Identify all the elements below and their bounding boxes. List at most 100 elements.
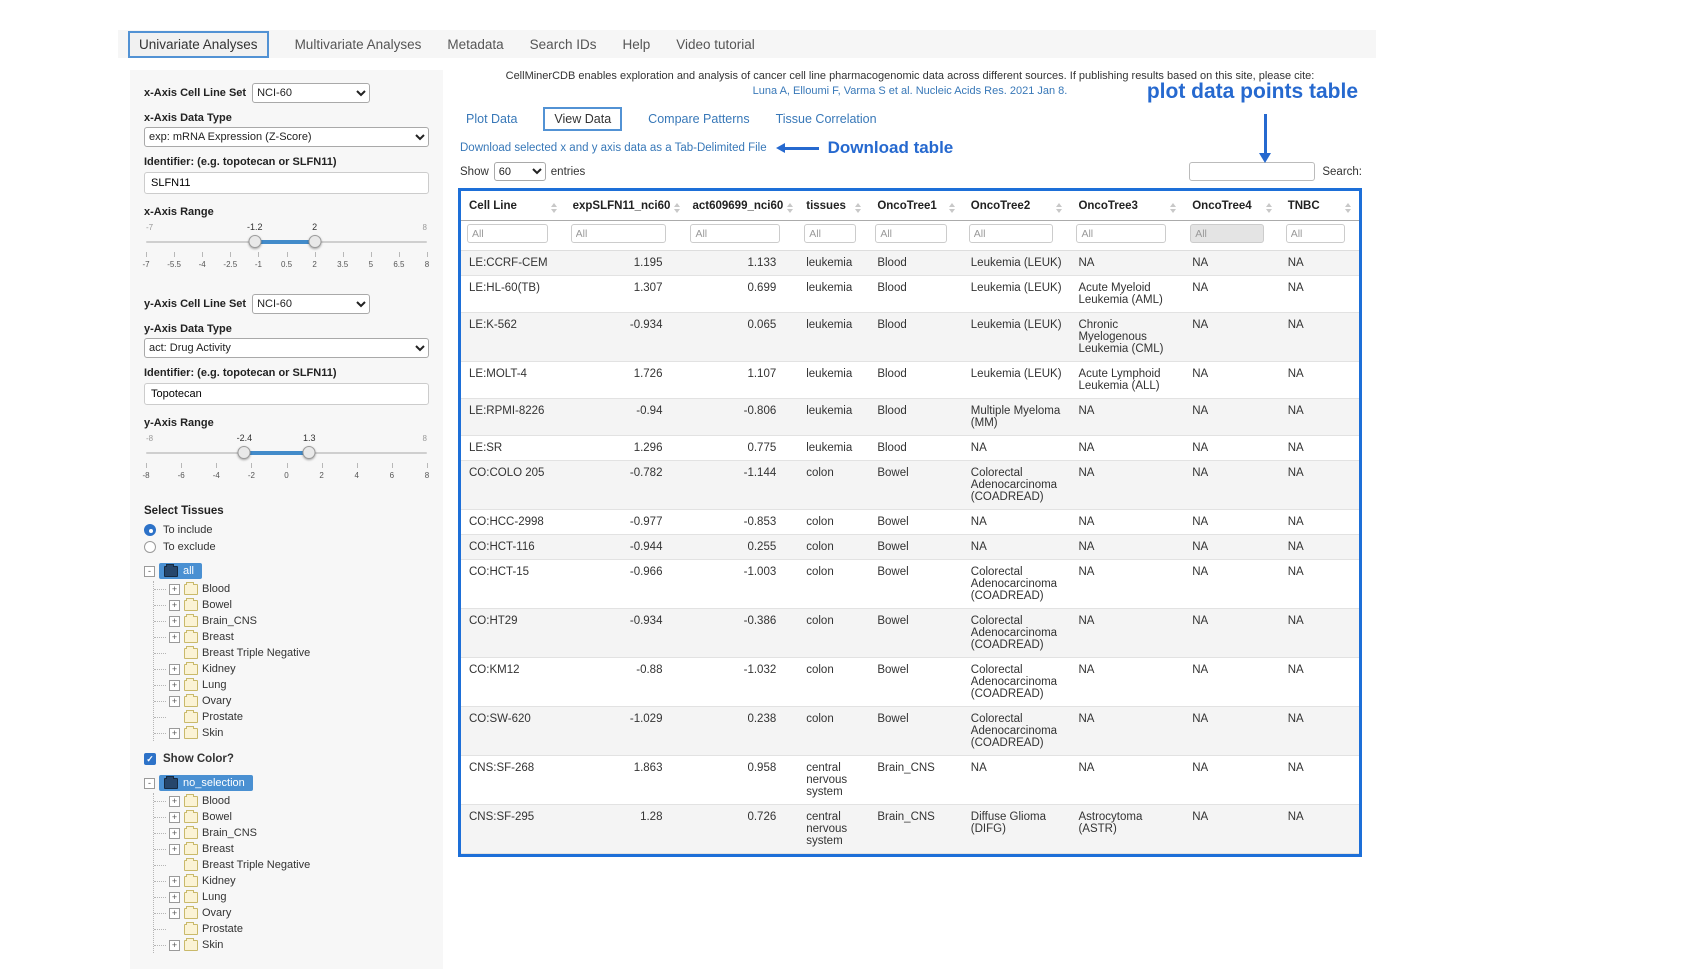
collapse-icon[interactable]: -	[144, 778, 155, 789]
nav-tab-multivariate-analyses[interactable]: Multivariate Analyses	[295, 37, 422, 52]
table-row[interactable]: LE:SR1.2960.775leukemiaBloodNANANANA	[461, 436, 1359, 461]
expand-icon[interactable]: +	[169, 600, 180, 611]
expand-icon[interactable]: +	[169, 584, 180, 595]
column-filter-oncotree4[interactable]	[1190, 224, 1263, 243]
table-row[interactable]: CO:SW-620-1.0290.238colonBowelColorectal…	[461, 707, 1359, 756]
column-filter-tissues[interactable]	[804, 224, 856, 243]
table-search-input[interactable]	[1189, 162, 1315, 181]
tree-item-bowel[interactable]: +Bowel	[154, 597, 429, 613]
column-filter-act609699-nci60[interactable]	[690, 224, 780, 243]
column-header-act609699-nci60[interactable]: act609699_nci60	[684, 191, 798, 221]
expand-icon[interactable]: +	[169, 892, 180, 903]
expand-icon[interactable]: +	[169, 616, 180, 627]
column-filter-oncotree1[interactable]	[875, 224, 947, 243]
tree-item-kidney[interactable]: +Kidney	[154, 873, 429, 889]
tree-item-kidney[interactable]: +Kidney	[154, 661, 429, 677]
column-header-oncotree1[interactable]: OncoTree1	[869, 191, 962, 221]
expand-icon[interactable]: +	[169, 680, 180, 691]
expand-icon[interactable]: +	[169, 728, 180, 739]
nav-tab-search-ids[interactable]: Search IDs	[530, 37, 597, 52]
tree-item-blood[interactable]: +Blood	[154, 581, 429, 597]
tree-item-lung[interactable]: +Lung	[154, 889, 429, 905]
table-row[interactable]: LE:CCRF-CEM1.1951.133leukemiaBloodLeukem…	[461, 251, 1359, 276]
column-header-oncotree3[interactable]: OncoTree3	[1070, 191, 1184, 221]
table-row[interactable]: CO:COLO 205-0.782-1.144colonBowelColorec…	[461, 461, 1359, 510]
table-row[interactable]: LE:HL-60(TB)1.3070.699leukemiaBloodLeuke…	[461, 276, 1359, 313]
expand-icon[interactable]: +	[169, 828, 180, 839]
tree-root-no-selection[interactable]: -no_selection	[144, 775, 429, 791]
y-axis-identifier-input[interactable]	[144, 383, 429, 405]
expand-icon[interactable]: +	[169, 696, 180, 707]
expand-icon[interactable]: +	[169, 876, 180, 887]
tree-item-prostate[interactable]: Prostate	[154, 921, 429, 937]
nav-tab-univariate-analyses[interactable]: Univariate Analyses	[128, 31, 269, 58]
expand-icon[interactable]: +	[169, 940, 180, 951]
radio-to-exclude[interactable]: To exclude	[144, 541, 429, 553]
nav-tab-help[interactable]: Help	[622, 37, 650, 52]
show-color-toggle[interactable]: ✓ Show Color?	[144, 753, 429, 765]
download-tsv-link[interactable]: Download selected x and y axis data as a…	[460, 142, 767, 154]
table-row[interactable]: CO:HCC-2998-0.977-0.853colonBowelNANANAN…	[461, 510, 1359, 535]
y-axis-range-slider[interactable]: -88-2.41.3-8-6-4-202468	[146, 433, 427, 489]
x-axis-range-slider[interactable]: -78-1.22-7-5.5-4-2.5-10.523.556.58	[146, 222, 427, 278]
tree-item-bowel[interactable]: +Bowel	[154, 809, 429, 825]
column-filter-oncotree3[interactable]	[1076, 224, 1166, 243]
column-header-tissues[interactable]: tissues	[798, 191, 869, 221]
table-row[interactable]: LE:MOLT-41.7261.107leukemiaBloodLeukemia…	[461, 362, 1359, 399]
x-axis-cell-line-set-select[interactable]: NCI-60	[252, 83, 370, 103]
x-axis-data-type-select[interactable]: exp: mRNA Expression (Z-Score)	[144, 127, 429, 147]
nav-tab-video-tutorial[interactable]: Video tutorial	[676, 37, 755, 52]
tree-item-ovary[interactable]: +Ovary	[154, 905, 429, 921]
column-header-oncotree4[interactable]: OncoTree4	[1184, 191, 1279, 221]
nav-tab-metadata[interactable]: Metadata	[447, 37, 503, 52]
y-axis-data-type-select[interactable]: act: Drug Activity	[144, 338, 429, 358]
column-header-tnbc[interactable]: TNBC	[1280, 191, 1359, 221]
table-row[interactable]: CO:HCT-116-0.9440.255colonBowelNANANANA	[461, 535, 1359, 560]
expand-icon[interactable]: +	[169, 844, 180, 855]
expand-icon[interactable]: +	[169, 812, 180, 823]
column-header-expslfn11-nci60[interactable]: expSLFN11_nci60	[565, 191, 685, 221]
expand-icon[interactable]: +	[169, 908, 180, 919]
y-axis-cell-line-set-select[interactable]: NCI-60	[252, 294, 370, 314]
table-row[interactable]: CO:KM12-0.88-1.032colonBowelColorectal A…	[461, 658, 1359, 707]
table-row[interactable]: CNS:SF-2681.8630.958central nervous syst…	[461, 756, 1359, 805]
tree-item-breast-triple-negative[interactable]: Breast Triple Negative	[154, 645, 429, 661]
column-filter-oncotree2[interactable]	[969, 224, 1053, 243]
entries-per-page-select[interactable]: 60	[494, 162, 546, 181]
expand-icon[interactable]: +	[169, 664, 180, 675]
tree-item-blood[interactable]: +Blood	[154, 793, 429, 809]
table-row[interactable]: CO:HT29-0.934-0.386colonBowelColorectal …	[461, 609, 1359, 658]
column-filter-cell-line[interactable]	[467, 224, 548, 243]
table-row[interactable]: LE:K-562-0.9340.065leukemiaBloodLeukemia…	[461, 313, 1359, 362]
tree-item-skin[interactable]: +Skin	[154, 937, 429, 953]
range-handle-max[interactable]	[303, 446, 316, 459]
tree-item-skin[interactable]: +Skin	[154, 725, 429, 741]
tab-plot-data[interactable]: Plot Data	[466, 112, 517, 126]
tree-item-breast-triple-negative[interactable]: Breast Triple Negative	[154, 857, 429, 873]
table-row[interactable]: LE:RPMI-8226-0.94-0.806leukemiaBloodMult…	[461, 399, 1359, 436]
expand-icon[interactable]: +	[169, 796, 180, 807]
tree-item-brain-cns[interactable]: +Brain_CNS	[154, 613, 429, 629]
range-handle-min[interactable]	[238, 446, 251, 459]
tree-item-brain-cns[interactable]: +Brain_CNS	[154, 825, 429, 841]
tree-item-lung[interactable]: +Lung	[154, 677, 429, 693]
table-row[interactable]: CNS:SF-2951.280.726central nervous syste…	[461, 805, 1359, 854]
tree-root-all[interactable]: -all	[144, 563, 429, 579]
tree-item-breast[interactable]: +Breast	[154, 841, 429, 857]
column-filter-tnbc[interactable]	[1286, 224, 1345, 243]
tab-view-data[interactable]: View Data	[543, 107, 622, 131]
radio-to-include[interactable]: To include	[144, 524, 429, 536]
tab-tissue-correlation[interactable]: Tissue Correlation	[776, 112, 877, 126]
column-header-cell-line[interactable]: Cell Line	[461, 191, 565, 221]
column-header-oncotree2[interactable]: OncoTree2	[963, 191, 1071, 221]
expand-icon[interactable]: +	[169, 632, 180, 643]
tree-item-ovary[interactable]: +Ovary	[154, 693, 429, 709]
tree-item-breast[interactable]: +Breast	[154, 629, 429, 645]
range-handle-min[interactable]	[248, 235, 261, 248]
tree-item-prostate[interactable]: Prostate	[154, 709, 429, 725]
column-filter-expslfn11-nci60[interactable]	[571, 224, 666, 243]
range-handle-max[interactable]	[308, 235, 321, 248]
table-row[interactable]: CO:HCT-15-0.966-1.003colonBowelColorecta…	[461, 560, 1359, 609]
collapse-icon[interactable]: -	[144, 566, 155, 577]
x-axis-identifier-input[interactable]	[144, 172, 429, 194]
